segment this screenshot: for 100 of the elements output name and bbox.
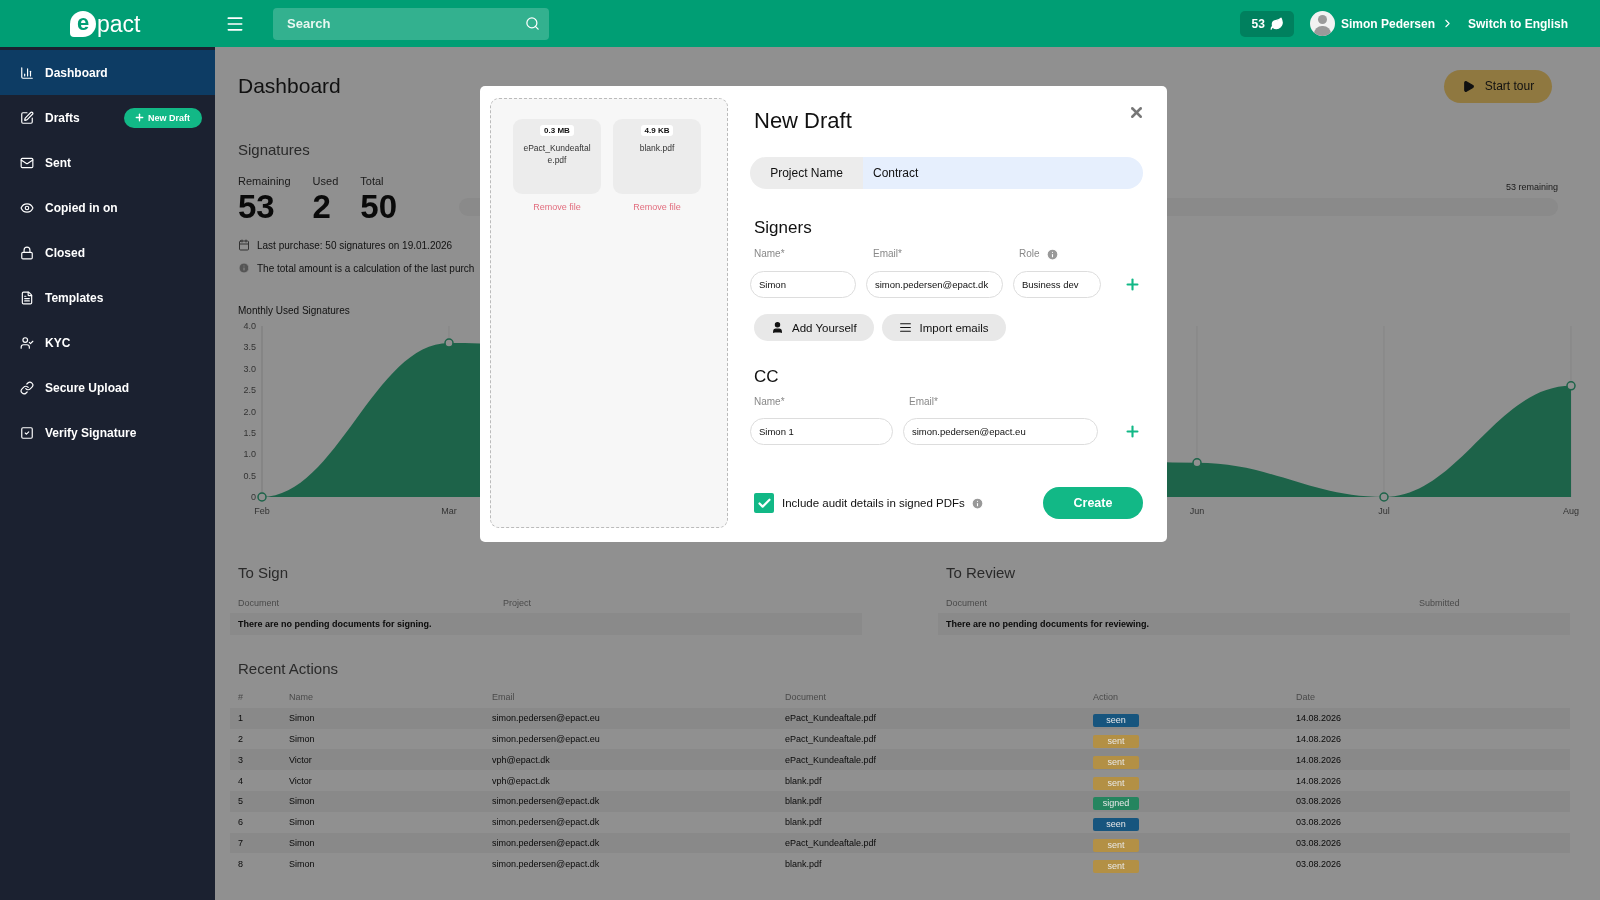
list-icon	[898, 321, 912, 334]
role-field[interactable]: Business dev	[1013, 271, 1101, 298]
sidebar-item[interactable]: Closed	[0, 230, 215, 275]
table-cell: 03.08.2026	[1296, 858, 1342, 869]
stat-label: Total	[360, 174, 385, 188]
sidebar-item[interactable]: Secure Upload	[0, 365, 215, 410]
column-header: Email	[492, 692, 515, 703]
section-title: Signatures	[238, 140, 310, 160]
link-icon	[20, 380, 34, 395]
table-cell: 14.08.2026	[1296, 775, 1342, 786]
table-cell: blank.pdf	[785, 796, 822, 807]
table-cell: 2	[238, 734, 243, 744]
column-header: Action	[1093, 692, 1118, 703]
axis-label: 2.5	[243, 385, 256, 396]
stat-value: 53	[238, 188, 276, 226]
action-tag: sent	[1093, 776, 1139, 790]
chart-title: Monthly Used Signatures	[238, 305, 350, 316]
email-field[interactable]: simon.pedersen@epact.dk	[866, 271, 1003, 298]
action-tag: sent	[1093, 859, 1139, 873]
data-point	[257, 492, 267, 502]
field-label: Email*	[873, 247, 902, 261]
info-icon	[238, 262, 250, 274]
sidebar-item[interactable]: Sent	[0, 140, 215, 185]
action-tag: seen	[1093, 818, 1139, 832]
axis-label: 0	[251, 492, 256, 502]
table-cell: ePact_Kundeaftale.pdf	[785, 734, 877, 744]
axis-label: 3.0	[243, 363, 256, 374]
field-label: Name*	[754, 247, 785, 261]
add-icon[interactable]	[1124, 423, 1141, 440]
axis-label: 0.5	[243, 470, 256, 481]
project-name-field[interactable]: Contract	[863, 157, 1143, 189]
table-cell: vph@epact.dk	[492, 775, 550, 786]
close-icon[interactable]	[1128, 104, 1145, 121]
search-icon[interactable]	[525, 15, 540, 31]
sidebar-item[interactable]: Drafts New Draft	[0, 95, 215, 140]
add-yourself-button[interactable]: Add Yourself	[754, 314, 874, 341]
table-cell: simon.pedersen@epact.eu	[492, 734, 600, 744]
last-purchase-text: Last purchase: 50 signatures on 19.01.2026	[257, 239, 453, 251]
axis-label: 4.0	[243, 321, 256, 331]
action-tag: signed	[1093, 797, 1139, 811]
column-header: Name	[289, 692, 313, 703]
table-cell: 7	[238, 837, 243, 848]
table-cell: 8	[238, 858, 243, 869]
info-icon[interactable]	[970, 496, 984, 510]
sidebar-item[interactable]: Dashboard	[0, 50, 215, 95]
checkbox[interactable]	[754, 493, 774, 513]
table-cell: 5	[238, 796, 243, 807]
table-cell: blank.pdf	[785, 817, 822, 828]
axis-label: 1.0	[243, 449, 256, 460]
column-header: Submitted	[1419, 598, 1460, 608]
sidebar-item[interactable]: KYC	[0, 320, 215, 365]
file-name: blank.pdf	[638, 142, 676, 154]
start-tour-button[interactable]: Start tour	[1444, 69, 1552, 103]
leaf-icon	[1269, 16, 1284, 31]
edit-icon	[20, 110, 34, 125]
table-cell: blank.pdf	[785, 858, 822, 869]
axis-label: Jul	[1378, 506, 1390, 516]
table-cell: 03.08.2026	[1296, 796, 1342, 807]
table-cell: simon.pedersen@epact.dk	[492, 817, 600, 828]
table-cell: ePact_Kundeaftale.pdf	[785, 754, 877, 765]
sidebar-item[interactable]: Templates	[0, 275, 215, 320]
table-cell: vph@epact.dk	[492, 754, 550, 765]
stat-label: Used	[312, 174, 339, 188]
dialog-title: New Draft	[754, 107, 852, 135]
bar-chart-icon	[20, 65, 34, 80]
note-text: The total amount is a calculation of the last purch	[257, 262, 475, 274]
email-field[interactable]: simon.pedersen@epact.eu	[903, 418, 1098, 445]
table-cell: Victor	[289, 754, 312, 765]
axis-label: Feb	[254, 506, 270, 516]
remaining-label: 53 remaining	[1505, 182, 1558, 192]
info-icon[interactable]	[1045, 247, 1059, 261]
table-cell: simon.pedersen@epact.dk	[492, 837, 600, 848]
import-emails-button[interactable]: Import emails	[881, 314, 1006, 341]
table-cell: Simon	[289, 837, 315, 848]
sidebar-item[interactable]: Copied in on	[0, 185, 215, 230]
file-name: ePact_Kundeaftale.pdf	[522, 142, 592, 166]
user-icon	[771, 321, 784, 334]
name-field[interactable]: Simon	[750, 271, 856, 298]
calendar-icon	[238, 239, 250, 251]
column-header: Document	[946, 598, 988, 608]
table-cell: ePact_Kundeaftale.pdf	[785, 837, 877, 848]
table-cell: Victor	[289, 775, 312, 786]
table-cell: 14.08.2026	[1296, 754, 1342, 765]
stat-value: 2	[312, 188, 332, 226]
table-cell: 6	[238, 817, 243, 828]
axis-label: 1.5	[243, 427, 256, 438]
column-header: Project	[503, 598, 531, 608]
table-cell: 03.08.2026	[1296, 837, 1342, 848]
column-header: Document	[785, 692, 827, 703]
add-icon[interactable]	[1124, 276, 1141, 293]
table-cell: 4	[238, 775, 243, 786]
document-icon	[20, 290, 34, 305]
credits-badge[interactable]: 53	[1239, 10, 1294, 37]
sidebar-item[interactable]: Verify Signature	[0, 410, 215, 455]
table-cell: ePact_Kundeaftale.pdf	[785, 713, 877, 724]
name-field[interactable]: Simon 1	[750, 418, 893, 445]
table-cell: Simon	[289, 858, 315, 869]
avatar[interactable]	[1309, 11, 1335, 36]
plus-icon	[134, 112, 145, 123]
table-cell: simon.pedersen@epact.dk	[492, 796, 600, 807]
